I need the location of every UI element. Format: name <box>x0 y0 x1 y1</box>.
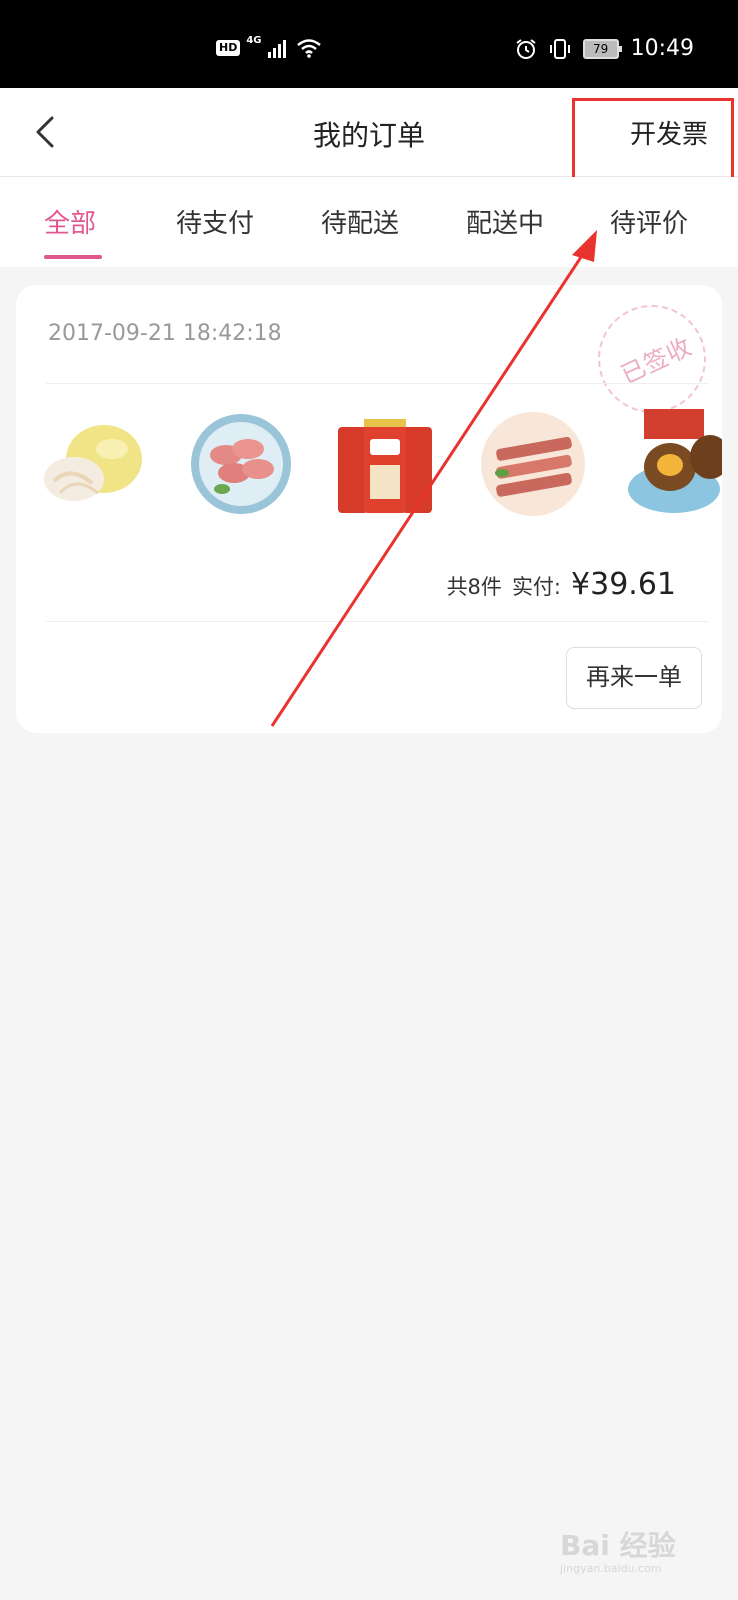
battery-icon: 79 <box>582 38 622 59</box>
order-time: 2017-09-21 18:42:18 <box>48 321 282 346</box>
paid-amount: ¥39.61 <box>571 567 676 602</box>
tab-pending-payment[interactable]: 待支付 <box>176 203 254 240</box>
active-tab-indicator <box>44 255 102 259</box>
status-bar: HD 4G 79 10:49 <box>0 0 738 88</box>
braised-egg-image <box>628 409 722 513</box>
signed-stamp: 已签收 <box>598 305 706 413</box>
pomelo-image <box>44 425 142 501</box>
tab-pending-delivery[interactable]: 待配送 <box>321 203 399 240</box>
status-left: HD 4G <box>216 34 322 58</box>
wifi-icon <box>296 39 321 58</box>
alarm-icon <box>515 38 536 59</box>
order-card[interactable]: 2017-09-21 18:42:18 已签收 共8件 实付: ¥39.61 再… <box>16 285 722 733</box>
divider <box>46 383 708 384</box>
hd-badge: HD <box>216 40 241 56</box>
order-summary: 共8件 实付: ¥39.61 <box>447 567 676 602</box>
network-label: 4G <box>246 34 262 46</box>
tab-pending-review[interactable]: 待评价 <box>610 203 688 240</box>
tab-all[interactable]: 全部 <box>44 203 96 240</box>
item-count: 共8件 <box>446 575 502 599</box>
sliced-ham-image <box>191 414 291 514</box>
clock: 10:49 <box>630 36 694 61</box>
pork-belly-image <box>481 412 585 516</box>
stamp-text: 已签收 <box>616 332 697 390</box>
signal-icon <box>267 40 286 58</box>
order-tabs: 全部 待支付 待配送 配送中 待评价 <box>0 177 738 267</box>
canned-congee-image <box>338 419 432 513</box>
watermark-url: jingyan.baidu.com <box>560 1562 662 1575</box>
reorder-button[interactable]: 再来一单 <box>566 647 702 709</box>
paid-label: 实付: <box>511 575 562 599</box>
tab-delivering[interactable]: 配送中 <box>466 203 544 240</box>
vibrate-icon <box>549 38 570 59</box>
divider <box>46 621 708 622</box>
watermark-logo: Bai 经验 <box>560 1529 676 1562</box>
status-right: 79 10:49 <box>515 36 694 61</box>
product-thumbnails[interactable] <box>40 409 722 519</box>
